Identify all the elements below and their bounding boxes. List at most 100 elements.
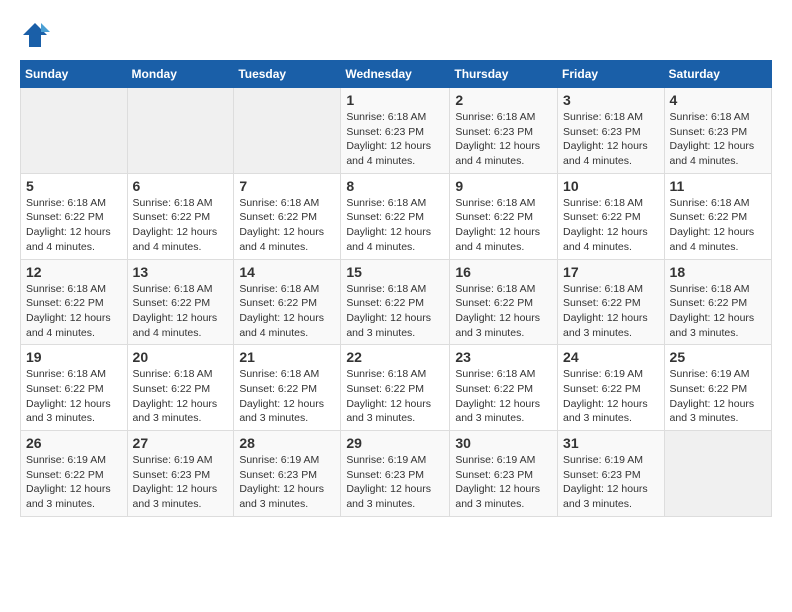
calendar-cell: 23 Sunrise: 6:18 AM Sunset: 6:22 PM Dayli…	[450, 345, 558, 431]
day-number: 10	[563, 178, 659, 194]
day-number: 1	[346, 92, 444, 108]
calendar-cell: 26 Sunrise: 6:19 AM Sunset: 6:22 PM Dayli…	[21, 431, 128, 517]
calendar-cell: 30 Sunrise: 6:19 AM Sunset: 6:23 PM Dayli…	[450, 431, 558, 517]
weekday-header-thursday: Thursday	[450, 61, 558, 88]
day-number: 6	[133, 178, 229, 194]
logo-icon	[20, 20, 50, 50]
day-info: Sunrise: 6:19 AM Sunset: 6:23 PM Dayligh…	[455, 453, 552, 512]
day-info: Sunrise: 6:18 AM Sunset: 6:22 PM Dayligh…	[239, 367, 335, 426]
logo	[20, 20, 54, 50]
day-info: Sunrise: 6:19 AM Sunset: 6:23 PM Dayligh…	[133, 453, 229, 512]
weekday-header-saturday: Saturday	[664, 61, 771, 88]
day-number: 9	[455, 178, 552, 194]
day-info: Sunrise: 6:19 AM Sunset: 6:22 PM Dayligh…	[26, 453, 122, 512]
calendar-cell: 25 Sunrise: 6:19 AM Sunset: 6:22 PM Dayli…	[664, 345, 771, 431]
day-number: 26	[26, 435, 122, 451]
day-info: Sunrise: 6:18 AM Sunset: 6:23 PM Dayligh…	[455, 110, 552, 169]
calendar-cell: 28 Sunrise: 6:19 AM Sunset: 6:23 PM Dayli…	[234, 431, 341, 517]
weekday-header-wednesday: Wednesday	[341, 61, 450, 88]
day-number: 23	[455, 349, 552, 365]
calendar-week-row: 19 Sunrise: 6:18 AM Sunset: 6:22 PM Dayli…	[21, 345, 772, 431]
calendar-cell: 7 Sunrise: 6:18 AM Sunset: 6:22 PM Daylig…	[234, 173, 341, 259]
day-info: Sunrise: 6:18 AM Sunset: 6:23 PM Dayligh…	[563, 110, 659, 169]
calendar-cell: 22 Sunrise: 6:18 AM Sunset: 6:22 PM Dayli…	[341, 345, 450, 431]
calendar-cell: 9 Sunrise: 6:18 AM Sunset: 6:22 PM Daylig…	[450, 173, 558, 259]
calendar-cell: 11 Sunrise: 6:18 AM Sunset: 6:22 PM Dayli…	[664, 173, 771, 259]
calendar-cell: 18Sunrise: 6:18 AM Sunset: 6:22 PM Dayli…	[664, 259, 771, 345]
calendar-cell: 29 Sunrise: 6:19 AM Sunset: 6:23 PM Dayli…	[341, 431, 450, 517]
calendar-cell: 21 Sunrise: 6:18 AM Sunset: 6:22 PM Dayli…	[234, 345, 341, 431]
calendar-cell	[664, 431, 771, 517]
calendar-cell: 5 Sunrise: 6:18 AM Sunset: 6:22 PM Daylig…	[21, 173, 128, 259]
day-info: Sunrise: 6:19 AM Sunset: 6:23 PM Dayligh…	[239, 453, 335, 512]
calendar-body: 1 Sunrise: 6:18 AM Sunset: 6:23 PM Daylig…	[21, 88, 772, 517]
day-info: Sunrise: 6:18 AM Sunset: 6:22 PM Dayligh…	[563, 196, 659, 255]
day-info: Sunrise: 6:18 AM Sunset: 6:23 PM Dayligh…	[346, 110, 444, 169]
day-info: Sunrise: 6:18 AM Sunset: 6:23 PM Dayligh…	[670, 110, 766, 169]
calendar-cell	[21, 88, 128, 174]
day-number: 25	[670, 349, 766, 365]
weekday-header-sunday: Sunday	[21, 61, 128, 88]
calendar-cell: 2 Sunrise: 6:18 AM Sunset: 6:23 PM Daylig…	[450, 88, 558, 174]
day-number: 30	[455, 435, 552, 451]
day-info: Sunrise: 6:18 AM Sunset: 6:22 PM Dayligh…	[455, 196, 552, 255]
calendar-cell: 10 Sunrise: 6:18 AM Sunset: 6:22 PM Dayli…	[558, 173, 665, 259]
day-info: Sunrise: 6:19 AM Sunset: 6:22 PM Dayligh…	[670, 367, 766, 426]
calendar-cell: 27Sunrise: 6:19 AM Sunset: 6:23 PM Dayli…	[127, 431, 234, 517]
day-number: 5	[26, 178, 122, 194]
calendar-cell: 13 Sunrise: 6:18 AM Sunset: 6:22 PM Dayli…	[127, 259, 234, 345]
day-number: 28	[239, 435, 335, 451]
day-info: Sunrise: 6:18 AM Sunset: 6:22 PM Dayligh…	[133, 367, 229, 426]
day-info: Sunrise: 6:18 AM Sunset: 6:22 PM Dayligh…	[455, 367, 552, 426]
weekday-header-friday: Friday	[558, 61, 665, 88]
day-number: 7	[239, 178, 335, 194]
calendar-cell: 24 Sunrise: 6:19 AM Sunset: 6:22 PM Dayli…	[558, 345, 665, 431]
calendar-table: SundayMondayTuesdayWednesdayThursdayFrid…	[20, 60, 772, 517]
day-info: Sunrise: 6:18 AM Sunset: 6:22 PM Dayligh…	[455, 282, 552, 341]
day-info: Sunrise: 6:18 AM Sunset: 6:22 PM Dayligh…	[133, 282, 229, 341]
day-number: 2	[455, 92, 552, 108]
day-number: 24	[563, 349, 659, 365]
calendar-week-row: 5 Sunrise: 6:18 AM Sunset: 6:22 PM Daylig…	[21, 173, 772, 259]
day-info: Sunrise: 6:19 AM Sunset: 6:22 PM Dayligh…	[563, 367, 659, 426]
day-number: 22	[346, 349, 444, 365]
day-info: Sunrise: 6:18 AM Sunset: 6:22 PM Dayligh…	[346, 367, 444, 426]
calendar-cell: 19Sunrise: 6:18 AM Sunset: 6:22 PM Dayli…	[21, 345, 128, 431]
day-number: 19	[26, 349, 122, 365]
day-number: 11	[670, 178, 766, 194]
page-header	[20, 20, 772, 50]
day-info: Sunrise: 6:18 AM Sunset: 6:22 PM Dayligh…	[239, 282, 335, 341]
day-info: Sunrise: 6:18 AM Sunset: 6:22 PM Dayligh…	[670, 196, 766, 255]
weekday-header-row: SundayMondayTuesdayWednesdayThursdayFrid…	[21, 61, 772, 88]
calendar-cell: 4 Sunrise: 6:18 AM Sunset: 6:23 PM Daylig…	[664, 88, 771, 174]
calendar-week-row: 12 Sunrise: 6:18 AM Sunset: 6:22 PM Dayli…	[21, 259, 772, 345]
day-number: 16	[455, 264, 552, 280]
calendar-cell: 3 Sunrise: 6:18 AM Sunset: 6:23 PM Daylig…	[558, 88, 665, 174]
calendar-cell: 17Sunrise: 6:18 AM Sunset: 6:22 PM Dayli…	[558, 259, 665, 345]
day-info: Sunrise: 6:19 AM Sunset: 6:23 PM Dayligh…	[346, 453, 444, 512]
day-info: Sunrise: 6:18 AM Sunset: 6:22 PM Dayligh…	[26, 282, 122, 341]
day-number: 13	[133, 264, 229, 280]
day-info: Sunrise: 6:18 AM Sunset: 6:22 PM Dayligh…	[239, 196, 335, 255]
calendar-week-row: 26 Sunrise: 6:19 AM Sunset: 6:22 PM Dayli…	[21, 431, 772, 517]
day-number: 3	[563, 92, 659, 108]
calendar-header: SundayMondayTuesdayWednesdayThursdayFrid…	[21, 61, 772, 88]
day-info: Sunrise: 6:18 AM Sunset: 6:22 PM Dayligh…	[346, 282, 444, 341]
day-number: 8	[346, 178, 444, 194]
day-number: 12	[26, 264, 122, 280]
calendar-cell: 31Sunrise: 6:19 AM Sunset: 6:23 PM Dayli…	[558, 431, 665, 517]
day-number: 29	[346, 435, 444, 451]
day-info: Sunrise: 6:18 AM Sunset: 6:22 PM Dayligh…	[563, 282, 659, 341]
day-info: Sunrise: 6:18 AM Sunset: 6:22 PM Dayligh…	[26, 196, 122, 255]
day-number: 15	[346, 264, 444, 280]
day-number: 4	[670, 92, 766, 108]
calendar-week-row: 1 Sunrise: 6:18 AM Sunset: 6:23 PM Daylig…	[21, 88, 772, 174]
calendar-cell: 12 Sunrise: 6:18 AM Sunset: 6:22 PM Dayli…	[21, 259, 128, 345]
calendar-cell: 15 Sunrise: 6:18 AM Sunset: 6:22 PM Dayli…	[341, 259, 450, 345]
day-info: Sunrise: 6:18 AM Sunset: 6:22 PM Dayligh…	[133, 196, 229, 255]
weekday-header-monday: Monday	[127, 61, 234, 88]
day-number: 21	[239, 349, 335, 365]
calendar-cell: 16 Sunrise: 6:18 AM Sunset: 6:22 PM Dayli…	[450, 259, 558, 345]
calendar-cell: 20Sunrise: 6:18 AM Sunset: 6:22 PM Dayli…	[127, 345, 234, 431]
calendar-cell: 14Sunrise: 6:18 AM Sunset: 6:22 PM Dayli…	[234, 259, 341, 345]
